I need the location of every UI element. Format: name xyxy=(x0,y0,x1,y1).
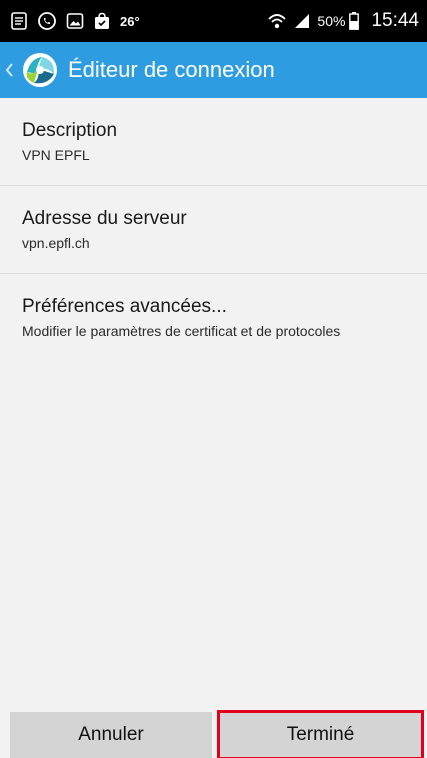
wifi-icon xyxy=(267,11,287,31)
bottom-button-bar: Annuler Terminé xyxy=(0,710,427,758)
shopping-bag-icon xyxy=(93,12,111,30)
notes-icon xyxy=(10,12,28,30)
back-arrow-icon[interactable] xyxy=(4,62,16,78)
battery-icon xyxy=(349,12,360,30)
battery-percent: 50% xyxy=(317,13,346,29)
vpn-app-logo-icon[interactable] xyxy=(22,52,58,88)
status-bar-right: 50% 15:44 xyxy=(267,10,419,32)
app-bar: Éditeur de connexion xyxy=(0,42,427,98)
whatsapp-icon xyxy=(37,11,57,31)
app-title: Éditeur de connexion xyxy=(68,57,275,82)
signal-icon xyxy=(293,12,311,30)
list-item-title: Description xyxy=(22,120,118,141)
list-item-server-address[interactable]: Adresse du serveur vpn.epfl.ch xyxy=(0,186,427,274)
list-item-value: vpn.epfl.ch xyxy=(22,235,90,251)
list-item-value: Modifier le paramètres de certificat et … xyxy=(22,323,341,339)
clock-time: 15:44 xyxy=(371,10,419,31)
cancel-button[interactable]: Annuler xyxy=(10,712,212,758)
list-item-value: VPN EPFL xyxy=(22,147,90,163)
list-item-title: Adresse du serveur xyxy=(22,208,187,229)
done-button[interactable]: Terminé xyxy=(217,710,424,758)
temperature-text: 26° xyxy=(120,13,140,29)
list-item-advanced-preferences[interactable]: Préférences avancées... Modifier le para… xyxy=(0,274,427,362)
status-bar-left: 26° xyxy=(10,11,140,31)
list-item-description[interactable]: Description VPN EPFL xyxy=(0,98,427,186)
connection-settings-list: Description VPN EPFL Adresse du serveur … xyxy=(0,98,427,362)
gallery-icon xyxy=(66,12,84,30)
list-item-title: Préférences avancées... xyxy=(22,296,227,317)
status-bar: 26° 50% 15:44 xyxy=(0,0,427,42)
